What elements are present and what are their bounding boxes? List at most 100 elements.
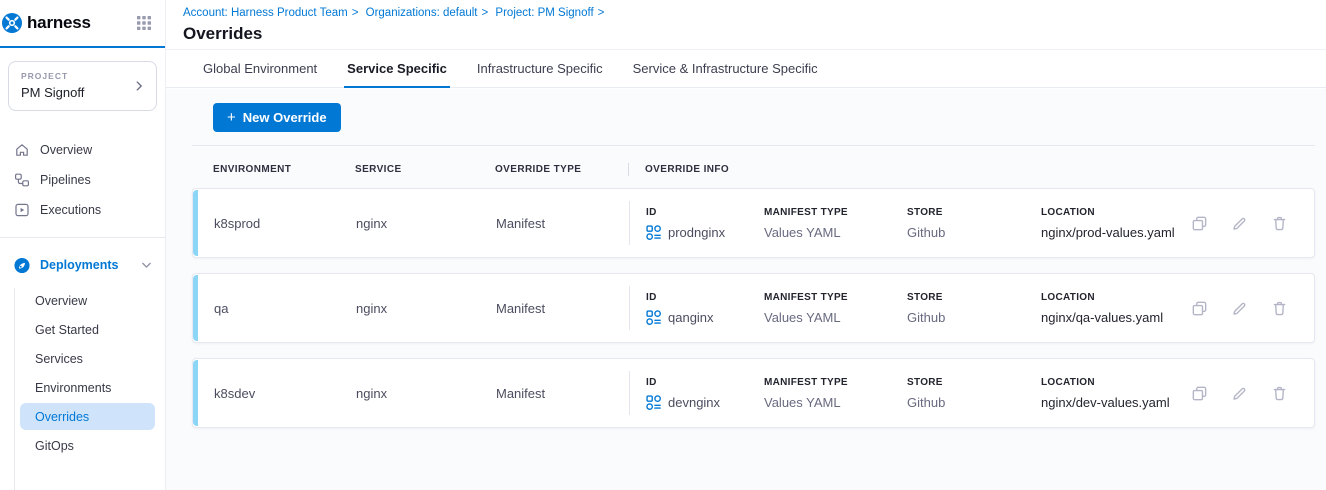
breadcrumb: Account: Harness Product Team > Organizat… [183,7,1326,19]
copy-icon[interactable] [1191,300,1208,317]
entity-id-icon [646,225,661,240]
tab-global-environment[interactable]: Global Environment [200,50,320,88]
row-service: nginx [356,216,496,231]
override-info-location: LOCATION nginx/dev-values.yaml [1041,377,1191,410]
sidebar-item-label: Environments [35,381,111,395]
sidebar-item-label: Overrides [35,410,89,424]
entity-id-icon [646,310,661,325]
executions-icon [14,202,30,218]
id-label: ID [646,292,764,303]
row-override-type: Manifest [496,386,629,401]
delete-icon[interactable] [1271,300,1288,317]
row-environment: k8sprod [214,216,356,231]
row-divider [629,371,630,415]
sidebar-header: harness [0,0,165,48]
row-override-type: Manifest [496,216,629,231]
store-label: STORE [907,377,1041,388]
row-manifest-type-value: Values YAML [764,225,907,240]
row-actions [1191,215,1314,232]
delete-icon[interactable] [1271,385,1288,402]
tab-infrastructure-specific[interactable]: Infrastructure Specific [474,50,606,88]
sidebar-item-pipelines[interactable]: Pipelines [0,165,165,195]
copy-icon[interactable] [1191,385,1208,402]
row-accent-bar [193,360,198,426]
sidebar-item-services[interactable]: Services [0,344,165,373]
app-window: harness PROJECT PM Signoff Overvie [0,0,1326,490]
breadcrumb-organization[interactable]: Organizations: default [366,7,478,19]
breadcrumb-account[interactable]: Account: Harness Product Team [183,7,348,19]
override-info-location: LOCATION nginx/qa-values.yaml [1041,292,1191,325]
location-label: LOCATION [1041,292,1191,303]
edit-icon[interactable] [1231,385,1248,402]
row-divider [629,286,630,330]
sidebar-item-deployments-overview[interactable]: Overview [0,286,165,315]
table-row[interactable]: k8sdev nginx Manifest ID devnginx [192,358,1315,428]
sidebar-item-overview[interactable]: Overview [0,135,165,165]
project-name: PM Signoff [21,85,144,100]
main-content: Account: Harness Product Team > Organizat… [166,0,1326,490]
table-row[interactable]: k8sprod nginx Manifest ID prodnginx [192,188,1315,258]
sidebar-item-environments[interactable]: Environments [0,373,165,402]
sidebar-item-label: Deployments [40,258,119,272]
rows: k8sprod nginx Manifest ID prodnginx [192,188,1315,428]
sidebar: harness PROJECT PM Signoff Overvie [0,0,166,490]
manifest-type-label: MANIFEST TYPE [764,292,907,303]
edit-icon[interactable] [1231,215,1248,232]
delete-icon[interactable] [1271,215,1288,232]
copy-icon[interactable] [1191,215,1208,232]
tab-service-and-infrastructure-specific[interactable]: Service & Infrastructure Specific [630,50,821,88]
breadcrumb-separator: > [598,7,605,19]
sidebar-item-label: Pipelines [40,173,91,187]
location-label: LOCATION [1041,377,1191,388]
sidebar-item-deployments[interactable]: Deployments [0,250,165,280]
sidebar-item-gitops[interactable]: GitOps [0,431,165,460]
project-selector[interactable]: PROJECT PM Signoff [8,61,157,111]
override-info-store: STORE Github [907,207,1041,240]
tab-service-specific[interactable]: Service Specific [344,50,450,88]
sidebar-nav: Overview Pipelines Executions Deployme [0,135,165,460]
override-info-manifest-type: MANIFEST TYPE Values YAML [764,207,907,240]
header-divider [628,163,629,176]
pipelines-icon [14,172,30,188]
sidebar-item-label: Get Started [35,323,99,337]
row-location-value: nginx/dev-values.yaml [1041,395,1191,410]
id-label: ID [646,207,764,218]
sidebar-item-label: Services [35,352,83,366]
sidebar-item-get-started[interactable]: Get Started [0,315,165,344]
chevron-down-icon [140,259,153,272]
table-row[interactable]: qa nginx Manifest ID qanginx MANI [192,273,1315,343]
store-label: STORE [907,292,1041,303]
row-store-value: Github [907,310,1041,325]
row-environment: qa [214,301,356,316]
app-grid-icon[interactable] [136,15,152,31]
sidebar-item-executions[interactable]: Executions [0,195,165,225]
new-override-label: New Override [243,110,327,125]
override-info-manifest-type: MANIFEST TYPE Values YAML [764,292,907,325]
deployments-icon [14,257,30,274]
new-override-button[interactable]: + New Override [213,103,341,132]
breadcrumb-project[interactable]: Project: PM Signoff [495,7,593,19]
row-id-value: prodnginx [668,225,725,240]
override-info-location: LOCATION nginx/prod-values.yaml [1041,207,1191,240]
entity-id-icon [646,395,661,410]
tab-bar: Global Environment Service Specific Infr… [166,50,1326,88]
row-location-value: nginx/prod-values.yaml [1041,225,1191,240]
sidebar-item-label: Overview [35,294,87,308]
brand-name: harness [27,13,91,33]
row-environment: k8sdev [214,386,356,401]
breadcrumb-separator: > [352,7,359,19]
row-location-value: nginx/qa-values.yaml [1041,310,1191,325]
table-header-row: ENVIRONMENT SERVICE OVERRIDE TYPE OVERRI… [192,146,1315,188]
row-accent-bar [193,275,198,341]
row-id-value: qanginx [668,310,714,325]
manifest-type-label: MANIFEST TYPE [764,207,907,218]
sidebar-item-overrides[interactable]: Overrides [20,403,155,430]
chevron-right-icon [132,79,146,93]
row-service: nginx [356,386,496,401]
home-icon [14,142,30,158]
manifest-type-label: MANIFEST TYPE [764,377,907,388]
override-info-id: ID prodnginx [646,207,764,240]
column-header-environment: ENVIRONMENT [213,164,355,175]
override-info-store: STORE Github [907,377,1041,410]
edit-icon[interactable] [1231,300,1248,317]
